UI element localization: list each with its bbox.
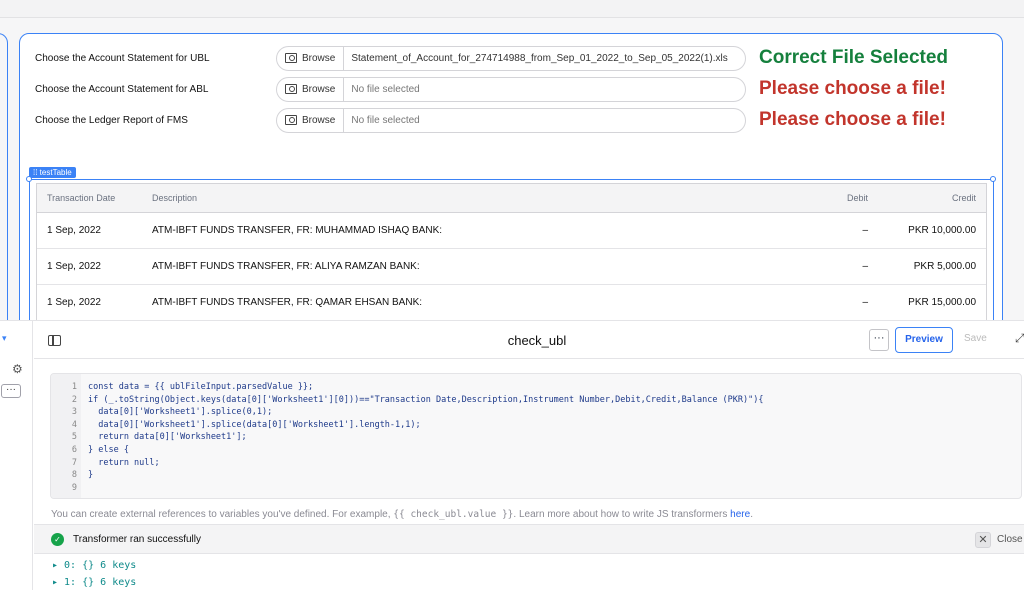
cell-description: ATM-IBFT FUNDS TRANSFER, FR: QAMAR EHSAN… (152, 297, 423, 308)
settings-sliders-icon[interactable]: ⚙ (12, 362, 23, 376)
help-code: {{ check_ubl.value }} (393, 509, 514, 520)
cell-description: ATM-IBFT FUNDS TRANSFER, FR: ALIYA RAMZA… (152, 261, 420, 272)
abl-file-input[interactable]: Browse No file selected (276, 76, 746, 102)
close-button[interactable]: Close (997, 534, 1023, 545)
fms-browse-button[interactable]: Browse (277, 108, 345, 132)
panel-header: check_ubl ··· Preview Save ⤢ (34, 321, 1024, 359)
resize-handle[interactable] (990, 176, 996, 182)
table-row[interactable]: 1 Sep, 2022 ATM-IBFT FUNDS TRANSFER, FR:… (37, 249, 986, 285)
ubl-file-input[interactable]: Browse Statement_of_Account_for_27471498… (276, 45, 746, 71)
file-search-icon (285, 115, 297, 125)
close-icon[interactable]: ✕ (975, 532, 991, 548)
ubl-file-name: Statement_of_Account_for_274714988_from_… (351, 52, 728, 64)
fms-file-input[interactable]: Browse No file selected (276, 107, 746, 133)
fms-file-name: No file selected (351, 114, 420, 126)
file-search-icon (285, 53, 297, 63)
widget-name-tag[interactable]: ⁞⁞ testTable (29, 167, 76, 178)
column-header-debit[interactable]: Debit (847, 184, 868, 212)
abl-status: Please choose a file! (759, 78, 946, 99)
cell-credit: PKR 10,000.00 (908, 225, 976, 236)
test-table: Transaction Date Description Debit Credi… (36, 183, 987, 323)
browse-label: Browse (302, 83, 336, 95)
chevron-down-icon[interactable]: ▾ (2, 333, 16, 347)
resize-handle[interactable] (26, 176, 32, 182)
table-header: Transaction Date Description Debit Credi… (37, 184, 986, 213)
cell-description: ATM-IBFT FUNDS TRANSFER, FR: MUHAMMAD IS… (152, 225, 443, 236)
browse-label: Browse (302, 114, 336, 126)
top-bar (0, 0, 1024, 18)
ubl-browse-button[interactable]: Browse (277, 46, 345, 70)
help-end: . (750, 509, 753, 520)
cell-date: 1 Sep, 2022 (47, 261, 101, 272)
output-item[interactable]: ▸ 1: {} 6 keys (52, 577, 136, 588)
check-circle-icon: ✓ (51, 533, 64, 546)
column-header-date[interactable]: Transaction Date (47, 184, 115, 212)
fms-label: Choose the Ledger Report of FMS (35, 114, 188, 126)
widget-name: testTable (39, 168, 72, 177)
help-suffix: . Learn more about how to write JS trans… (513, 509, 728, 520)
cell-date: 1 Sep, 2022 (47, 225, 101, 236)
table-row[interactable]: 1 Sep, 2022 ATM-IBFT FUNDS TRANSFER, FR:… (37, 213, 986, 249)
abl-file-name: No file selected (351, 83, 420, 95)
fms-status: Please choose a file! (759, 109, 946, 130)
more-options-button[interactable]: ··· (1, 384, 21, 398)
ubl-status: Correct File Selected (759, 47, 949, 68)
preview-button[interactable]: Preview (895, 327, 953, 353)
cell-date: 1 Sep, 2022 (47, 297, 101, 308)
code-editor[interactable]: 1 const data = {{ ublFileInput.parsedValu… (50, 373, 1022, 499)
widget-drag-icon: ⁞⁞ (33, 168, 40, 177)
cell-credit: PKR 15,000.00 (908, 297, 976, 308)
cell-credit: PKR 5,000.00 (913, 261, 976, 272)
help-text: You can create external references to va… (51, 509, 753, 520)
cell-debit: – (862, 225, 868, 236)
transformer-panel: ▾ ⚙ ··· check_ubl ··· Preview Save ⤢ 1 co… (0, 320, 1024, 590)
help-link[interactable]: here (730, 509, 750, 520)
more-button[interactable]: ··· (869, 329, 889, 351)
table-row[interactable]: 1 Sep, 2022 ATM-IBFT FUNDS TRANSFER, FR:… (37, 285, 986, 321)
ubl-label: Choose the Account Statement for UBL (35, 52, 210, 64)
result-status: Transformer ran successfully (73, 534, 201, 545)
output-item[interactable]: ▸ 0: {} 6 keys (52, 560, 136, 571)
abl-label: Choose the Account Statement for ABL (35, 83, 209, 95)
expand-icon[interactable]: ⤢ (1015, 331, 1024, 346)
column-header-credit[interactable]: Credit (952, 184, 976, 212)
side-column: ▾ ⚙ ··· (0, 321, 33, 590)
column-header-description[interactable]: Description (152, 184, 197, 212)
browse-label: Browse (302, 52, 336, 64)
abl-browse-button[interactable]: Browse (277, 77, 345, 101)
file-search-icon (285, 84, 297, 94)
cell-debit: – (862, 261, 868, 272)
left-container-edge (0, 33, 8, 323)
result-bar: ✓ Transformer ran successfully ✕ Close (34, 524, 1024, 554)
save-button[interactable]: Save (964, 333, 987, 344)
cell-debit: – (862, 297, 868, 308)
help-prefix: You can create external references to va… (51, 509, 391, 520)
